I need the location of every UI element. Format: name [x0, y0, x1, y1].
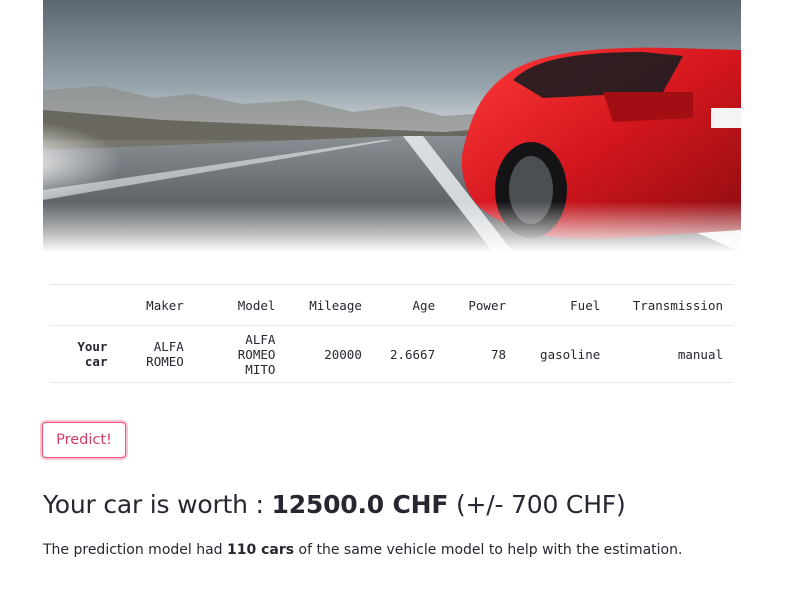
model-line-1: ALFA ROMEO — [237, 331, 276, 362]
cell-age: 2.6667 — [389, 346, 436, 362]
note-prefix: The prediction model had — [43, 542, 228, 558]
table-header-row: Maker Model Mileage Age Power Fuel Trans… — [50, 284, 733, 326]
hero-image — [43, 0, 741, 252]
prediction-note: The prediction model had 110 cars of the… — [43, 542, 682, 558]
note-count: 110 cars — [227, 542, 295, 558]
cell-maker: ALFA ROMEO — [117, 326, 193, 383]
column-header-fuel: Fuel — [570, 297, 601, 313]
column-header-mileage: Mileage — [309, 297, 362, 313]
predict-button[interactable]: Predict! — [42, 422, 126, 458]
maker-line-1: ALFA — [153, 339, 184, 354]
column-header-maker: Maker — [146, 297, 184, 313]
car-specs-table-wrapper: Maker Model Mileage Age Power Fuel Trans… — [50, 284, 733, 383]
row-header-your-car: Your car — [50, 326, 117, 383]
maker-line-2: ROMEO — [146, 354, 184, 369]
row-header-line-1: Your — [77, 339, 108, 354]
cell-transmission: manual — [677, 346, 723, 362]
column-header-age: Age — [412, 297, 436, 313]
column-header-power: Power — [468, 297, 507, 313]
table-row: Your car ALFA ROMEO ALFA ROMEO MITO 2000… — [50, 326, 733, 383]
cell-fuel: gasoline — [540, 346, 601, 362]
result-range: (+/- 700 CHF) — [448, 490, 626, 519]
column-header-index — [50, 285, 117, 326]
result-prefix: Your car is worth : — [43, 490, 272, 519]
cell-power: 78 — [490, 346, 507, 362]
note-suffix: of the same vehicle model to help with t… — [294, 542, 683, 558]
car-specs-table: Maker Model Mileage Age Power Fuel Trans… — [50, 284, 733, 383]
row-header-line-2: car — [84, 354, 108, 369]
cell-mileage: 20000 — [324, 346, 362, 362]
result-value: 12500.0 CHF — [271, 490, 449, 519]
cell-model: ALFA ROMEO MITO — [194, 326, 286, 383]
column-header-model: Model — [237, 297, 276, 313]
column-header-transmission: Transmission — [632, 297, 723, 313]
model-line-2: MITO — [245, 361, 276, 377]
prediction-result: Your car is worth : 12500.0 CHF (+/- 700… — [43, 490, 626, 519]
